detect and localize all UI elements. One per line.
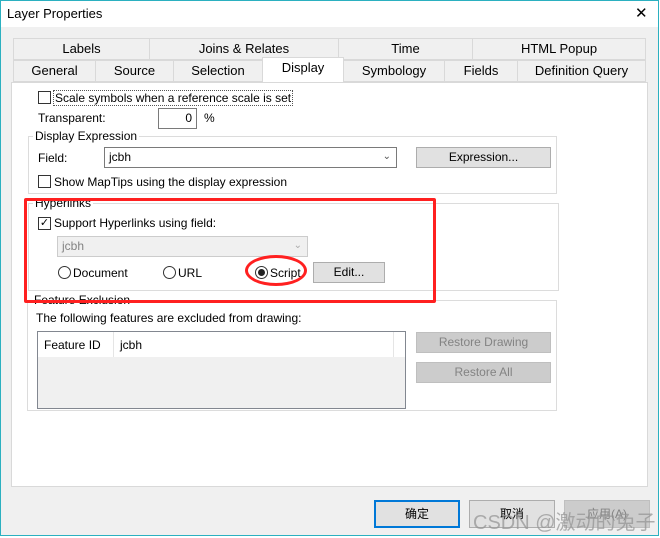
field-combo[interactable]: jcbh ⌄ (104, 147, 397, 168)
tab-symbology[interactable]: Symbology (343, 60, 445, 82)
feature-exclusion-group: Feature Exclusion The following features… (27, 293, 557, 411)
transparent-input[interactable]: 0 (158, 108, 197, 129)
excluded-features-list[interactable]: Feature ID jcbh (37, 331, 406, 409)
maptips-label: Show MapTips using the display expressio… (54, 175, 288, 189)
chevron-down-icon: ⌄ (382, 151, 391, 162)
ok-button[interactable]: 确定 (374, 500, 460, 528)
restore-all-button[interactable]: Restore All (416, 362, 551, 383)
restore-drawing-button[interactable]: Restore Drawing (416, 332, 551, 353)
exclusion-description: The following features are excluded from… (36, 311, 302, 325)
title-bar: Layer Properties ✕ (1, 1, 658, 27)
highlight-rectangle (24, 198, 436, 303)
display-expression-title: Display Expression (33, 129, 140, 143)
field-label: Field: (38, 151, 68, 165)
expression-button[interactable]: Expression... (416, 147, 551, 168)
scale-symbols-label: Scale symbols when a reference scale is … (53, 90, 294, 106)
column-feature-id[interactable]: Feature ID (44, 338, 101, 352)
tab-general[interactable]: General (13, 60, 96, 82)
window-title: Layer Properties (7, 6, 103, 21)
list-header: Feature ID jcbh (38, 332, 405, 357)
watermark: CSDN @激动的兔子 (473, 512, 656, 534)
tab-labels[interactable]: Labels (13, 38, 150, 60)
maptips-checkbox[interactable] (38, 175, 51, 188)
column-jcbh[interactable]: jcbh (120, 338, 142, 352)
tab-fields[interactable]: Fields (444, 60, 518, 82)
field-value: jcbh (109, 150, 132, 164)
display-expression-group: Display Expression Field: jcbh ⌄ Expressi… (28, 129, 557, 194)
tab-time[interactable]: Time (338, 38, 473, 60)
tab-selection[interactable]: Selection (173, 60, 263, 82)
scale-symbols-checkbox[interactable] (38, 91, 51, 104)
percent-label: % (204, 111, 215, 125)
display-panel: Scale symbols when a reference scale is … (11, 82, 648, 487)
tab-definition-query[interactable]: Definition Query (517, 60, 646, 82)
transparent-label: Transparent: (38, 111, 106, 125)
tab-html-popup[interactable]: HTML Popup (472, 38, 646, 60)
close-icon[interactable]: ✕ (635, 4, 648, 22)
highlight-ellipse (245, 255, 307, 286)
tab-display[interactable]: Display (262, 57, 344, 82)
layer-properties-dialog: Layer Properties ✕ Labels Joins & Relate… (0, 0, 659, 536)
tab-source[interactable]: Source (95, 60, 174, 82)
